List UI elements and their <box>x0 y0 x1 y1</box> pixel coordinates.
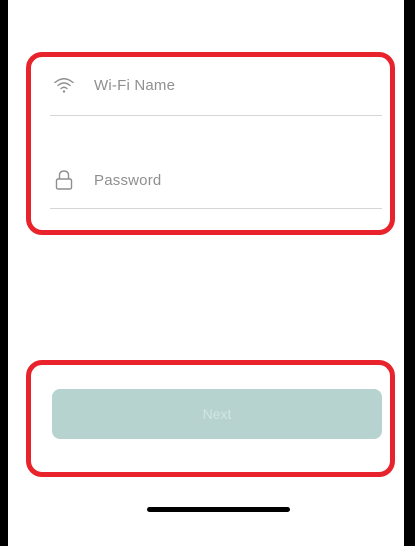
home-indicator[interactable] <box>147 507 290 512</box>
next-highlight-box <box>26 360 395 477</box>
form-highlight-box <box>26 52 395 235</box>
app-screen: Wi-Fi Name Password Next <box>8 0 404 546</box>
